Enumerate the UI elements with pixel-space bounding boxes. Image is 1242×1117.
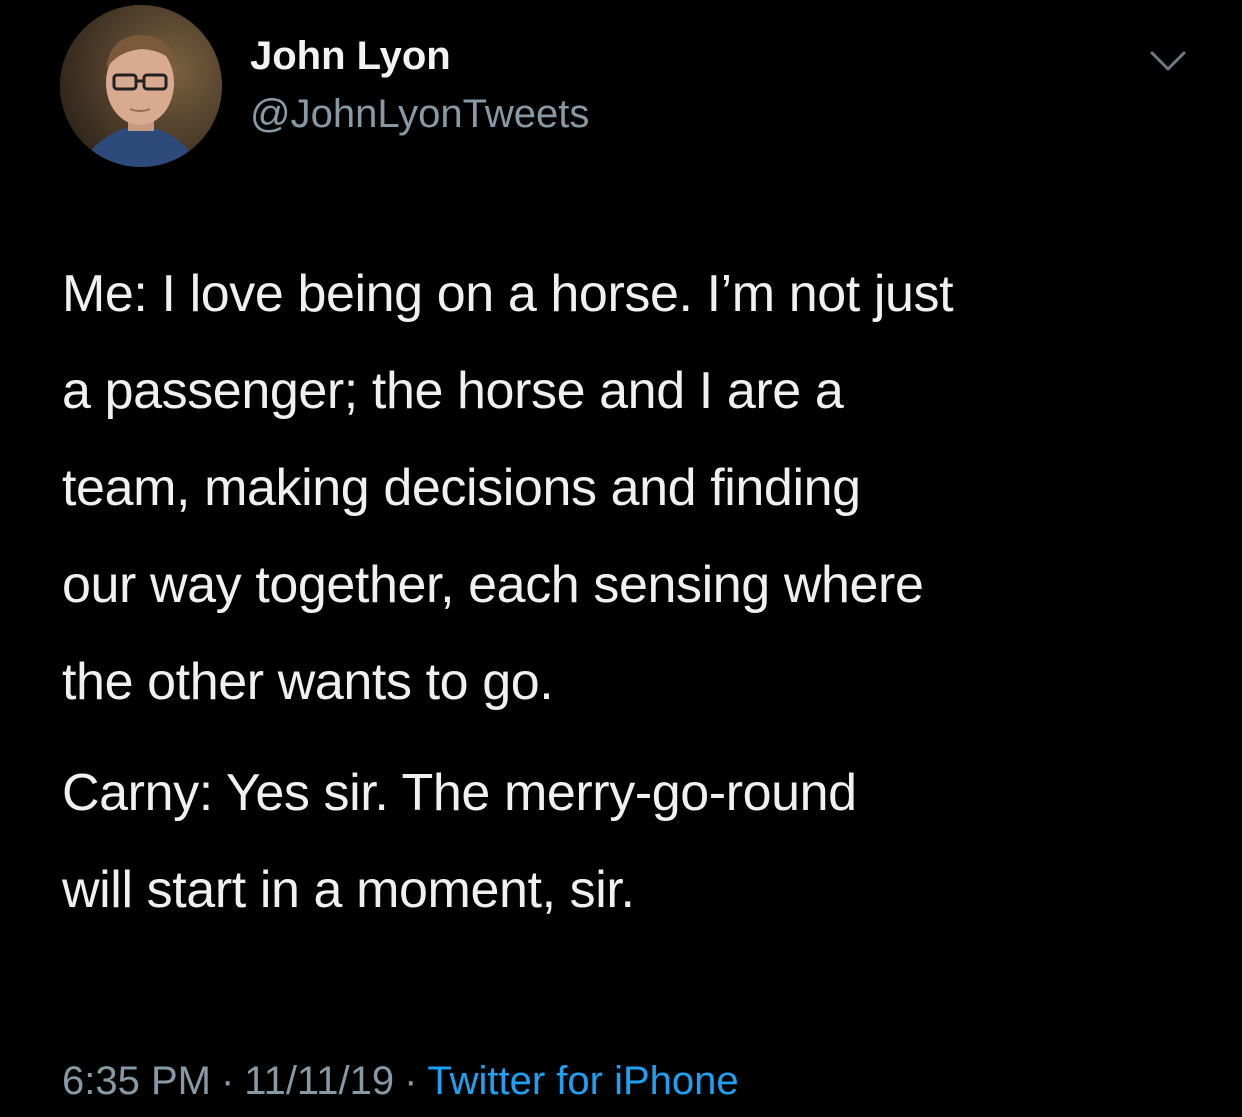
tweet-line: the other wants to go. bbox=[62, 653, 554, 711]
display-name[interactable]: John Lyon bbox=[250, 32, 451, 80]
tweet-time: 6:35 PM bbox=[62, 1059, 211, 1103]
tweet-line: team, making decisions and finding bbox=[62, 459, 861, 517]
tweet-text: Me: I love being on a horse. I’m not jus… bbox=[62, 246, 1202, 939]
tweet-line: our way together, each sensing where bbox=[62, 556, 924, 614]
tweet-paragraph: Carny: Yes sir. The merry-go-round will … bbox=[62, 745, 1202, 939]
tweet-source-link[interactable]: Twitter for iPhone bbox=[427, 1059, 738, 1103]
avatar[interactable] bbox=[60, 5, 222, 167]
tweet-meta: 6:35 PM · 11/11/19 · Twitter for iPhone bbox=[62, 1056, 739, 1106]
tweet-card: John Lyon @JohnLyonTweets Me: I love bei… bbox=[0, 0, 1242, 1117]
tweet-line: Me: I love being on a horse. I’m not jus… bbox=[62, 265, 954, 323]
tweet-date: 11/11/19 bbox=[244, 1059, 395, 1103]
user-handle[interactable]: @JohnLyonTweets bbox=[250, 90, 589, 138]
chevron-down-icon[interactable] bbox=[1148, 48, 1188, 74]
tweet-line: a passenger; the horse and I are a bbox=[62, 362, 844, 420]
tweet-line: will start in a moment, sir. bbox=[62, 861, 635, 919]
tweet-line: Carny: Yes sir. The merry-go-round bbox=[62, 764, 857, 822]
tweet-paragraph: Me: I love being on a horse. I’m not jus… bbox=[62, 246, 1202, 731]
meta-separator: · bbox=[404, 1059, 418, 1103]
meta-separator: · bbox=[220, 1059, 235, 1103]
